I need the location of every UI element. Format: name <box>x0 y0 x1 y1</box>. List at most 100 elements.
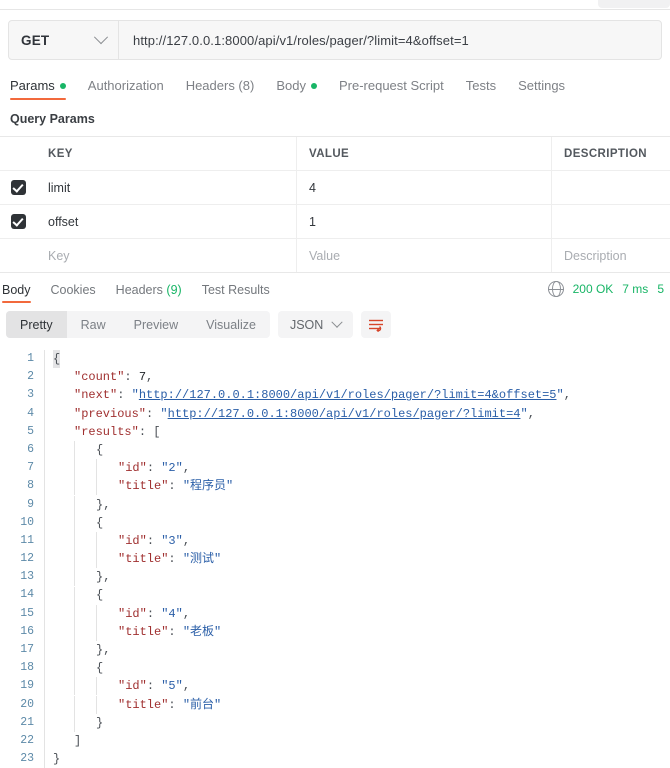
tab-params[interactable]: Params <box>10 78 66 100</box>
response-view-toolbar: Pretty Raw Preview Visualize JSON <box>0 303 670 346</box>
line-number: 21 <box>20 715 34 729</box>
tab-authorization-label: Authorization <box>87 78 164 93</box>
row-key-input[interactable]: offset <box>36 205 297 238</box>
response-headers-count: (9) <box>166 283 182 297</box>
line-content: }, <box>44 568 670 587</box>
line-number: 8 <box>27 479 34 493</box>
view-raw-button[interactable]: Raw <box>67 311 120 338</box>
line-number: 1 <box>27 352 34 365</box>
code-line: 19 "id": "5", <box>0 677 670 696</box>
line-number: 16 <box>20 624 34 638</box>
code-line: 11 "id": "3", <box>0 531 670 551</box>
line-number: 3 <box>27 388 34 402</box>
response-header: Body Cookies Headers (9) Test Results 20… <box>0 273 670 303</box>
code-line: 18 { <box>0 659 670 678</box>
line-content: "title": "测试" <box>44 550 670 569</box>
code-line: 3 "next": " http://127.0.0.1:8000/api/v1/r… <box>0 386 670 405</box>
response-tab-bar: Body Cookies Headers (9) Test Results <box>2 273 270 303</box>
response-tab-headers[interactable]: Headers (9) <box>116 283 182 303</box>
request-url-bar: GET http://127.0.0.1:8000/api/v1/roles/p… <box>8 20 662 60</box>
url-input[interactable]: http://127.0.0.1:8000/api/v1/roles/pager… <box>119 21 661 59</box>
top-right-partial-button[interactable] <box>598 0 670 8</box>
code-line: 20 "title": "前台" <box>0 695 670 714</box>
line-number: 11 <box>20 533 34 547</box>
tab-tests-label: Tests <box>465 78 497 93</box>
response-format-label: JSON <box>289 317 324 332</box>
tab-settings[interactable]: Settings <box>518 78 565 100</box>
line-content: "title": "老板" <box>44 622 670 641</box>
code-line: 14 { <box>0 586 670 605</box>
code-line: 16 "title": "老板" <box>0 622 670 641</box>
line-content: "id": "5", <box>44 677 670 696</box>
row-key-input[interactable]: limit <box>36 171 297 204</box>
row-description-input[interactable] <box>552 171 670 204</box>
line-number: 12 <box>20 552 34 566</box>
tab-tests[interactable]: Tests <box>466 78 496 100</box>
tab-headers-label: Headers (8) <box>185 78 255 93</box>
line-number: 10 <box>20 515 34 529</box>
empty-row-description-input[interactable]: Description <box>552 239 670 272</box>
table-row: limit 4 <box>0 171 670 205</box>
query-params-title: Query Params <box>10 112 95 126</box>
line-number: 9 <box>27 497 34 511</box>
line-number: 18 <box>20 661 34 675</box>
tab-body-label: Body <box>276 78 306 93</box>
tab-params-label: Params <box>10 78 55 93</box>
response-tab-test-results[interactable]: Test Results <box>202 283 270 303</box>
row-value-input[interactable]: 4 <box>297 171 552 204</box>
tab-headers[interactable]: Headers (8) <box>186 78 255 100</box>
wrap-lines-button[interactable] <box>361 311 392 338</box>
line-number: 22 <box>20 733 34 747</box>
line-number: 5 <box>27 424 34 438</box>
code-line: 17}, <box>0 641 670 660</box>
response-format-dropdown[interactable]: JSON <box>277 311 354 338</box>
code-line: 13}, <box>0 568 670 587</box>
response-view-switcher: Pretty Raw Preview Visualize <box>6 311 270 338</box>
tab-body[interactable]: Body <box>276 78 317 100</box>
empty-row-key-input[interactable]: Key <box>36 239 297 272</box>
response-tab-test-results-label: Test Results <box>201 283 270 297</box>
header-description: DESCRIPTION <box>564 147 647 160</box>
line-content: "title": "前台" <box>44 695 670 714</box>
row-checkbox-cell[interactable] <box>0 205 36 238</box>
view-preview-button[interactable]: Preview <box>120 311 192 338</box>
line-content: ] <box>44 731 670 751</box>
tab-pre-request-script[interactable]: Pre-request Script <box>339 78 444 100</box>
response-tab-cookies[interactable]: Cookies <box>51 283 96 303</box>
checkbox-checked-icon[interactable] <box>10 180 26 195</box>
window-top-strip <box>0 0 670 10</box>
line-content: "id": "3", <box>44 531 670 551</box>
code-line: 5 "results": [ <box>0 422 670 441</box>
line-number: 2 <box>27 370 34 384</box>
view-visualize-button[interactable]: Visualize <box>192 311 270 338</box>
status-time: 7 ms <box>622 282 649 296</box>
code-line: 9}, <box>0 495 670 514</box>
row-value-input[interactable]: 1 <box>297 205 552 238</box>
row-checkbox-cell[interactable] <box>0 171 36 204</box>
line-content: "count": 7, <box>44 368 670 387</box>
empty-row-value-input[interactable]: Value <box>297 239 552 272</box>
response-tab-cookies-label: Cookies <box>50 283 96 297</box>
line-content: } <box>44 713 670 732</box>
query-params-table: KEY VALUE DESCRIPTION limit 4 offset 1 K… <box>0 136 670 273</box>
checkbox-checked-icon[interactable] <box>10 214 26 229</box>
line-content: "id": "2", <box>44 459 670 478</box>
line-content: "id": "4", <box>44 604 670 623</box>
tab-authorization[interactable]: Authorization <box>88 78 164 100</box>
header-key: KEY <box>36 137 297 170</box>
code-line: 10 { <box>0 513 670 532</box>
line-number: 14 <box>20 588 34 602</box>
code-line: 23} <box>0 750 670 768</box>
code-line: 15 "id": "4", <box>0 604 670 623</box>
response-body-code-viewer[interactable]: 1 {2 "count": 7, 3 "next": " http://127.0.0.1… <box>0 346 670 768</box>
line-content: { <box>44 440 670 460</box>
code-line: 8 "title": "程序员" <box>0 477 670 496</box>
row-description-input[interactable] <box>552 205 670 238</box>
code-line: 22] <box>0 731 670 751</box>
http-method-dropdown[interactable]: GET <box>9 21 119 59</box>
response-tab-body[interactable]: Body <box>2 283 31 303</box>
line-content: "results": [ <box>44 422 670 441</box>
table-empty-row: Key Value Description <box>0 239 670 272</box>
chevron-down-icon <box>331 316 343 328</box>
view-pretty-button[interactable]: Pretty <box>6 311 67 338</box>
